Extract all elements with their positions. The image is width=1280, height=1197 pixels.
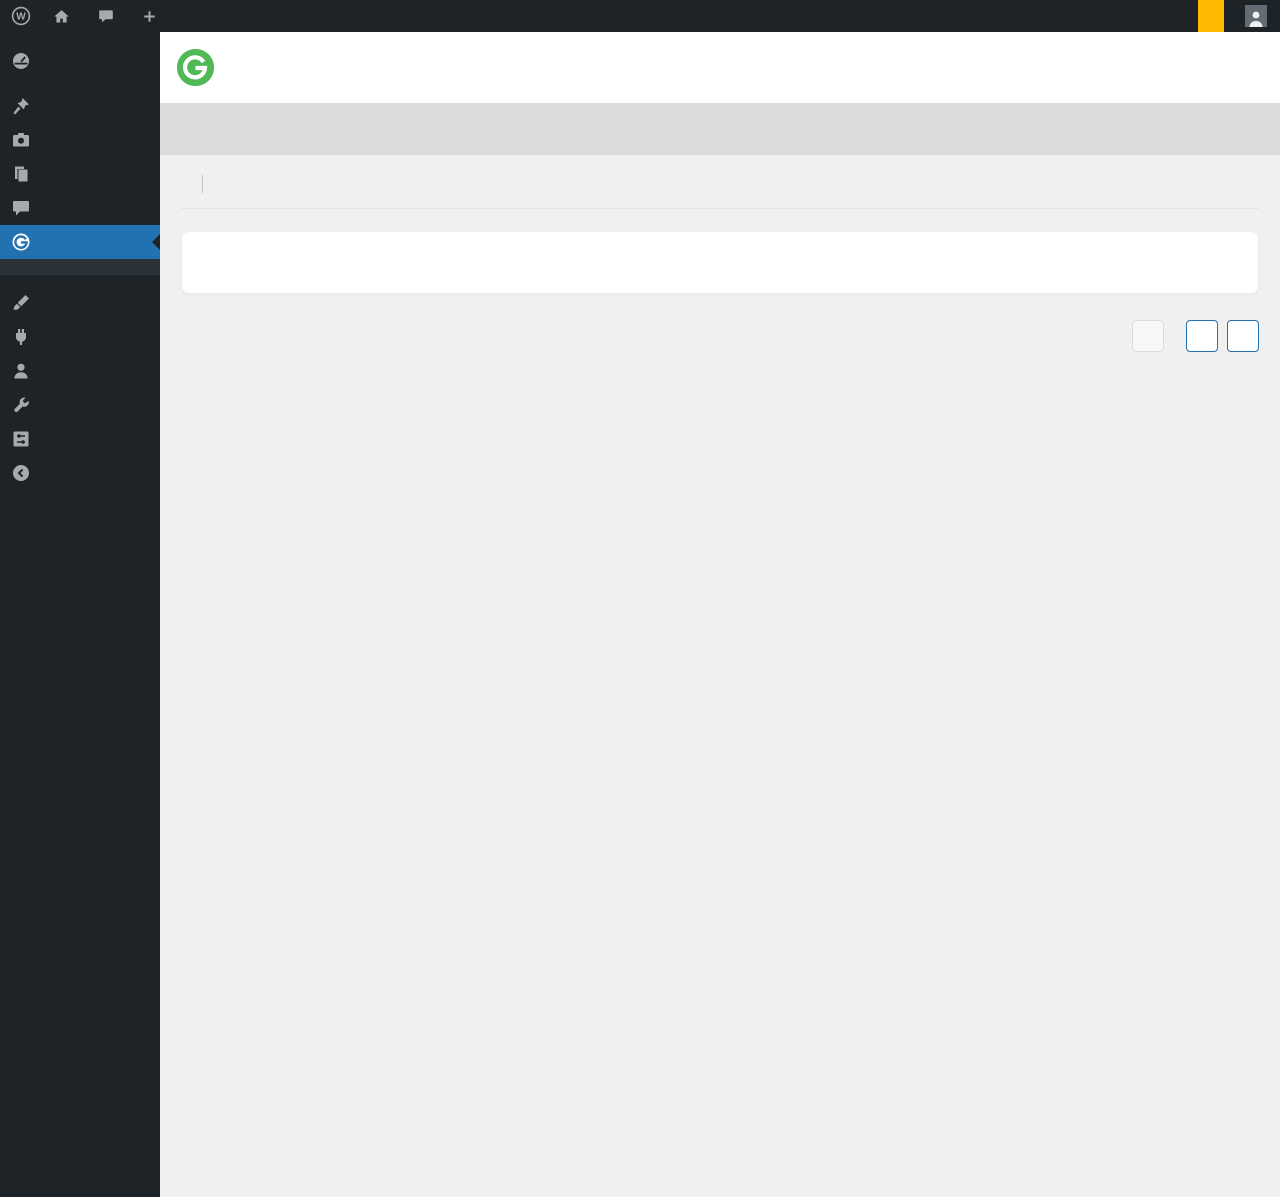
plugins-icon	[11, 327, 31, 347]
account-menu[interactable]	[1224, 0, 1280, 32]
admin-bar-right	[1198, 0, 1280, 32]
givewp-logo	[177, 49, 214, 86]
sidebar-item-comments[interactable]	[0, 191, 160, 225]
users-icon	[11, 361, 31, 381]
donations-submenu	[0, 259, 160, 275]
media-icon	[11, 130, 31, 150]
test-mode-badge[interactable]	[1198, 0, 1224, 32]
last-page-button[interactable]	[1227, 320, 1259, 352]
sidebar-item-posts[interactable]	[0, 89, 160, 123]
wordpress-logo-icon: W	[11, 6, 31, 26]
pages-icon	[11, 164, 31, 184]
dashboard-icon	[11, 51, 31, 71]
menu-separator	[0, 275, 160, 286]
tools-icon	[11, 395, 31, 415]
sidebar-item-users[interactable]	[0, 354, 160, 388]
comments-icon	[11, 198, 31, 218]
pagination	[181, 320, 1259, 352]
tab-bar	[160, 103, 1280, 155]
new-menu[interactable]	[131, 0, 174, 32]
sidebar-item-pages[interactable]	[0, 157, 160, 191]
admin-bar: W	[0, 0, 1280, 32]
sidebar-item-settings[interactable]	[0, 422, 160, 456]
admin-sidebar	[0, 32, 160, 1197]
home-icon	[53, 8, 70, 25]
appearance-icon	[11, 293, 31, 313]
sidebar-item-donations[interactable]	[0, 225, 160, 259]
sidebar-item-tools[interactable]	[0, 388, 160, 422]
comments-menu[interactable]	[87, 0, 131, 32]
collapse-arrow-icon	[11, 463, 31, 483]
pin-icon	[11, 96, 31, 116]
comment-bubble-icon	[98, 8, 114, 24]
next-page-button[interactable]	[1186, 320, 1218, 352]
sidebar-item-dashboard[interactable]	[0, 44, 160, 78]
subnav-divider	[202, 175, 203, 193]
sidebar-item-appearance[interactable]	[0, 286, 160, 320]
settings-icon	[11, 429, 31, 449]
menu-separator	[0, 78, 160, 89]
subnav	[181, 155, 1259, 209]
avatar	[1245, 5, 1267, 27]
site-name-menu[interactable]	[42, 0, 87, 32]
prev-page-button[interactable]	[1132, 320, 1164, 352]
migrations-table	[181, 231, 1259, 294]
main-content	[160, 0, 1280, 379]
page-header	[160, 32, 1280, 103]
sidebar-item-media[interactable]	[0, 123, 160, 157]
sidebar-item-plugins[interactable]	[0, 320, 160, 354]
wordpress-logo[interactable]: W	[0, 0, 42, 32]
collapse-menu-button[interactable]	[0, 456, 160, 490]
givewp-icon	[11, 232, 31, 252]
table-header-row	[182, 232, 1258, 293]
plus-icon	[142, 9, 157, 24]
svg-text:W: W	[16, 12, 26, 23]
